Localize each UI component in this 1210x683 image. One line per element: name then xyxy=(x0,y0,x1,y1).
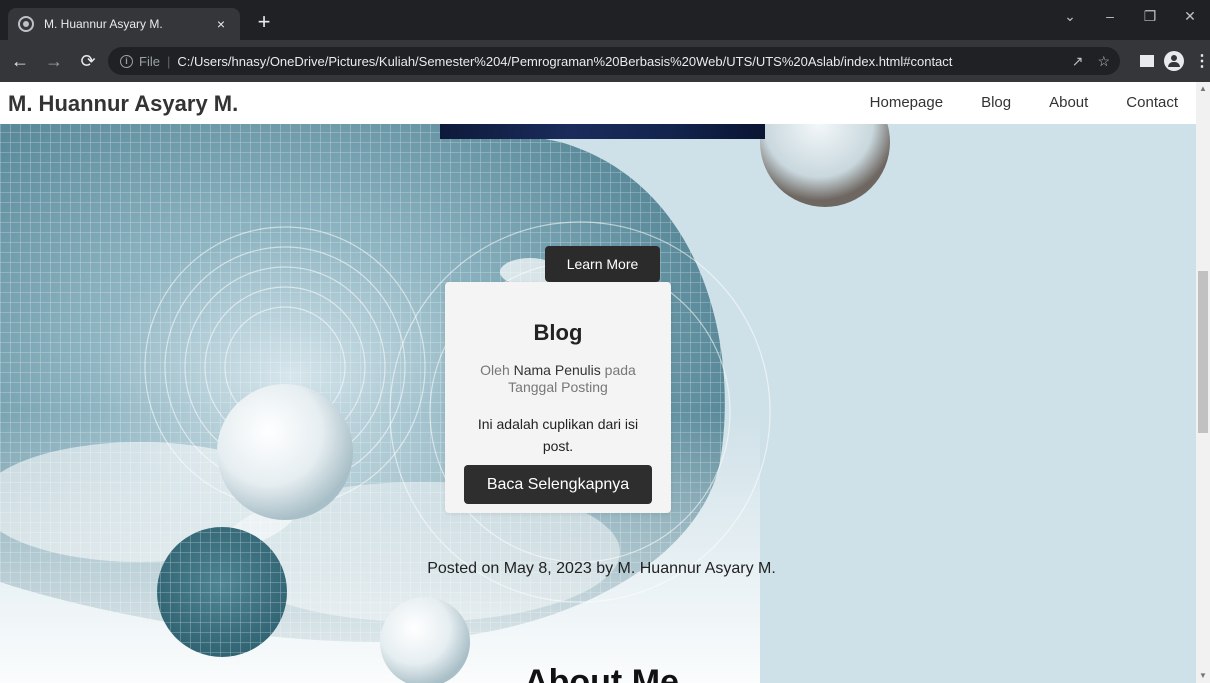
nav-link-homepage[interactable]: Homepage xyxy=(870,94,943,111)
address-bar-actions: ↗ ☆ xyxy=(1072,47,1110,75)
browser-toolbar: ← → ⟳ i File | C:/Users/hnasy/OneDrive/P… xyxy=(0,40,1210,82)
blog-card-excerpt: Ini adalah cuplikan dari isi post. xyxy=(477,416,639,454)
page-viewport: M. Huannur Asyary M. Homepage Blog About… xyxy=(0,82,1210,683)
profile-icon[interactable] xyxy=(1164,51,1184,71)
reload-icon[interactable]: ⟳ xyxy=(74,47,102,75)
nav-link-blog[interactable]: Blog xyxy=(981,94,1011,111)
scroll-down-icon[interactable]: ▼ xyxy=(1196,669,1210,683)
about-heading: About Me xyxy=(524,663,679,683)
url-text: C:/Users/hnasy/OneDrive/Pictures/Kuliah/… xyxy=(177,53,953,69)
blog-card: Blog Oleh Nama Penulis pada Tanggal Post… xyxy=(445,282,671,513)
post-meta: Posted on May 8, 2023 by M. Huannur Asya… xyxy=(427,560,776,577)
tab-title: M. Huannur Asyary M. xyxy=(44,17,163,31)
star-icon[interactable]: ☆ xyxy=(1097,53,1110,70)
url-scheme: File xyxy=(139,53,160,69)
restore-icon[interactable]: ❐ xyxy=(1130,0,1170,32)
learn-more-button[interactable]: Learn More xyxy=(545,246,660,282)
info-icon[interactable]: i xyxy=(120,54,133,68)
share-icon[interactable]: ↗ xyxy=(1072,53,1084,70)
new-tab-button[interactable]: + xyxy=(250,8,278,36)
close-tab-icon[interactable]: × xyxy=(212,16,230,32)
tab-search-icon[interactable]: ⌄ xyxy=(1050,0,1090,32)
nav-link-contact[interactable]: Contact xyxy=(1126,94,1178,111)
browser-tab[interactable]: M. Huannur Asyary M. × xyxy=(8,8,240,40)
window-close-icon[interactable]: ✕ xyxy=(1170,0,1210,32)
globe-icon xyxy=(18,16,34,32)
scroll-up-icon[interactable]: ▲ xyxy=(1196,82,1210,96)
scrollbar-thumb[interactable] xyxy=(1198,271,1208,433)
meta-author: Nama Penulis xyxy=(513,362,601,378)
blog-card-title: Blog xyxy=(533,320,583,345)
nav-link-about[interactable]: About xyxy=(1049,94,1088,111)
url-separator: | xyxy=(166,53,171,69)
address-bar[interactable]: i File | C:/Users/hnasy/OneDrive/Picture… xyxy=(108,47,1120,75)
side-panel-icon[interactable] xyxy=(1140,55,1154,67)
toolbar-actions: ⋮ xyxy=(1140,47,1210,75)
menu-icon[interactable]: ⋮ xyxy=(1194,51,1210,71)
back-icon[interactable]: ← xyxy=(6,47,34,75)
meta-date: Tanggal Posting xyxy=(508,379,608,395)
forward-icon[interactable]: → xyxy=(40,47,68,75)
read-more-button[interactable]: Baca Selengkapnya xyxy=(464,465,652,504)
minimize-icon[interactable]: – xyxy=(1090,0,1130,32)
window-controls: ⌄ – ❐ ✕ xyxy=(1050,0,1210,40)
meta-prefix: Oleh xyxy=(480,362,514,378)
meta-middle: pada xyxy=(600,362,636,378)
site-title[interactable]: M. Huannur Asyary M. xyxy=(8,91,238,117)
site-nav: Homepage Blog About Contact xyxy=(832,94,1178,111)
page-scrollbar[interactable]: ▲ ▼ xyxy=(1196,82,1210,683)
browser-tab-bar: M. Huannur Asyary M. × + ⌄ – ❐ ✕ xyxy=(0,0,1210,40)
blog-card-meta: Oleh Nama Penulis pada Tanggal Posting xyxy=(467,362,649,396)
hero-photo xyxy=(440,124,765,139)
site-header: M. Huannur Asyary M. Homepage Blog About… xyxy=(0,82,1196,124)
